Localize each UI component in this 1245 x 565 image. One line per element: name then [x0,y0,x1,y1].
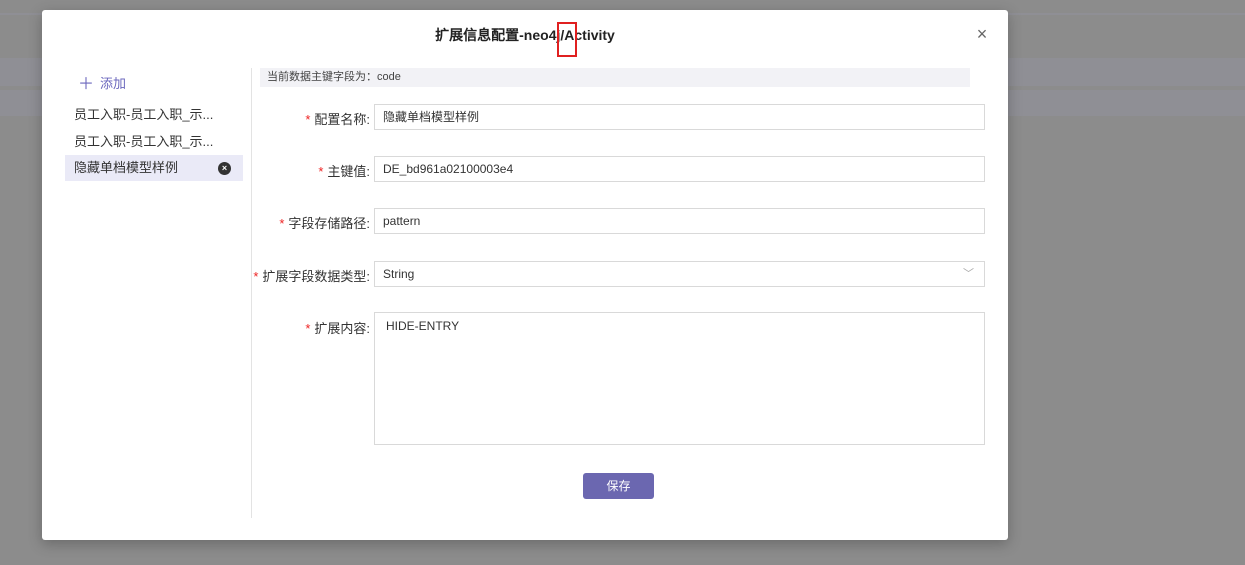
save-button[interactable]: 保存 [583,473,654,499]
required-mark: * [305,112,311,127]
highlight-annotation [557,22,577,57]
data-type-value: String [383,267,415,281]
storage-path-label: * 字段存储路径: [279,216,370,231]
data-type-label: * 扩展字段数据类型: [253,269,370,284]
sidebar-item[interactable]: 员工入职-员工入职_示... [65,129,243,155]
primary-key-notice: 当前数据主键字段为：code [260,68,970,87]
extension-content-label: * 扩展内容: [305,321,370,336]
config-name-label: * 配置名称: [305,112,370,127]
config-dialog: 扩展信息配置-neo4j/Activity × ＋ 添加 员工入职-员工入职_示.… [42,10,1008,540]
dialog-title: 扩展信息配置-neo4j/Activity [435,27,615,43]
panel-divider [251,68,252,518]
close-icon[interactable]: × [972,24,992,44]
add-label: 添加 [100,76,127,91]
add-button[interactable]: ＋ 添加 [78,70,126,94]
required-mark: * [318,164,324,179]
required-mark: * [253,269,259,284]
required-mark: * [279,216,285,231]
extension-content-textarea[interactable]: HIDE-ENTRY [374,312,985,445]
primary-key-label: * 主键值: [318,164,370,179]
required-mark: * [305,321,311,336]
primary-key-input[interactable]: DE_bd961a02100003e4 [374,156,985,182]
plus-icon: ＋ [78,76,95,93]
data-type-select[interactable]: String ﹀ [374,261,985,287]
sidebar-item-label: 员工入职-员工入职_示... [74,134,214,149]
chevron-down-icon: ﹀ [963,268,974,280]
storage-path-input[interactable]: pattern [374,208,985,234]
config-name-input[interactable]: 隐藏单档模型样例 [374,104,985,130]
